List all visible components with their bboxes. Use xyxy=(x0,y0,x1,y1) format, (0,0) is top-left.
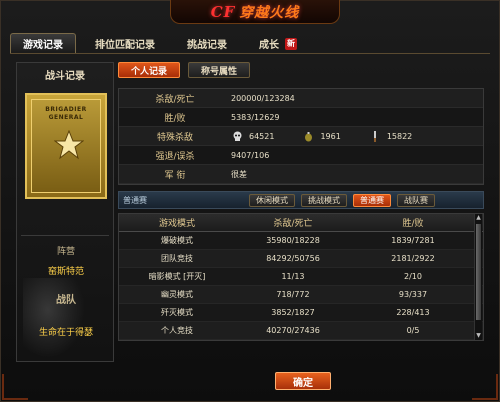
tab-ranked-record[interactable]: 排位匹配记录 xyxy=(82,33,168,53)
table-row[interactable]: 团队竞技 84292/50756 2181/2922 xyxy=(119,250,483,268)
column-header: 游戏模式 xyxy=(158,219,195,229)
subtab-personal-record[interactable]: 个人记录 xyxy=(118,62,181,78)
scrollbar-thumb[interactable] xyxy=(476,224,481,320)
soldier-image xyxy=(23,278,85,358)
rank-line1: BRIGADIER xyxy=(45,106,87,113)
cell-mode: 团队竞技 xyxy=(161,254,193,263)
rank-line2: GENERAL xyxy=(48,114,84,121)
stat-label: 胜/败 xyxy=(164,113,186,124)
subtab-title-attributes[interactable]: 称号属性 xyxy=(188,62,251,78)
cell-kd: 11/13 xyxy=(281,272,305,281)
stat-value: 9407/106 xyxy=(231,150,270,160)
column-header: 胜/败 xyxy=(402,219,424,229)
stat-value: 很差 xyxy=(231,169,247,179)
game-logo: CF 穿越火线 xyxy=(170,0,340,24)
stat-row-wl: 胜/败 5383/12629 xyxy=(119,108,483,127)
main-panel: 个人记录 称号属性 杀敌/死亡 200000/123284 胜/败 5383/1… xyxy=(118,62,484,362)
tab-growth-label: 成长 xyxy=(259,40,279,51)
clan-value: 生命在于得瑟 xyxy=(38,328,93,338)
knife-kills: 15822 xyxy=(386,131,413,141)
cell-mode: 歼灭模式 xyxy=(161,308,193,317)
star-icon xyxy=(54,130,84,160)
cell-wl: 1839/7281 xyxy=(391,236,435,245)
tab-challenge-record[interactable]: 挑战记录 xyxy=(174,33,240,53)
cell-kd: 35980/18228 xyxy=(266,236,320,245)
cell-wl: 93/337 xyxy=(398,290,428,299)
grenade-kills: 1961 xyxy=(320,131,341,141)
scroll-up-icon[interactable]: ▲ xyxy=(475,214,482,222)
mode-filter-bar: 普通赛 休闲模式 挑战模式 普通赛 战队赛 xyxy=(118,191,484,209)
cell-kd: 84292/50756 xyxy=(266,254,320,263)
sidebar-title: 战斗记录 xyxy=(45,70,85,82)
table-row[interactable]: 歼灭模式 3852/1827 228/413 xyxy=(119,304,483,322)
cell-wl: 2/10 xyxy=(404,272,422,281)
logo-brand: CF xyxy=(210,2,236,21)
logo-title: 穿越火线 xyxy=(239,4,300,21)
stat-label: 特殊杀敌 xyxy=(156,132,193,143)
filter-challenge-button[interactable]: 挑战模式 xyxy=(301,193,347,207)
sidebar: 战斗记录 BRIGADIER GENERAL 阵营 窑斯特范 战队 生命在于得瑟 xyxy=(16,62,114,362)
cell-mode: 幽灵模式 xyxy=(161,290,193,299)
cell-wl: 0/5 xyxy=(406,326,420,335)
stat-row-escape: 强退/误杀 9407/106 xyxy=(119,146,483,165)
emblem-value: 窑斯特范 xyxy=(47,267,84,277)
cell-mode: 个人竞技 xyxy=(161,326,193,335)
corner-decoration xyxy=(472,374,498,400)
cell-wl: 2181/2922 xyxy=(391,254,435,263)
column-header: 杀敌/死亡 xyxy=(273,219,313,229)
table-body: 爆破模式 35980/18228 1839/7281 团队竞技 84292/50… xyxy=(119,232,483,340)
table-header: 游戏模式 杀敌/死亡 胜/败 xyxy=(119,214,483,232)
cell-kd: 40270/27436 xyxy=(266,326,320,335)
cell-kd: 718/772 xyxy=(276,290,310,299)
stat-label: 杀敌/死亡 xyxy=(155,94,195,105)
stats-panel: 杀敌/死亡 200000/123284 胜/败 5383/12629 特殊杀敌 … xyxy=(118,88,484,185)
filter-clan-button[interactable]: 战队赛 xyxy=(397,193,435,207)
stat-row-kd: 杀敌/死亡 200000/123284 xyxy=(119,89,483,108)
filter-normal-button[interactable]: 普通赛 xyxy=(353,193,391,207)
rank-badge: BRIGADIER GENERAL xyxy=(25,93,107,199)
cell-wl: 228/413 xyxy=(396,308,430,317)
sub-tabs: 个人记录 称号属性 xyxy=(118,62,484,80)
table-row[interactable]: 个人竞技 40270/27436 0/5 xyxy=(119,322,483,340)
mode-stats-table: 游戏模式 杀敌/死亡 胜/败 爆破模式 35980/18228 1839/728… xyxy=(118,213,484,341)
stat-row-rank: 军 衔 很差 xyxy=(119,165,483,184)
knife-icon xyxy=(369,130,381,142)
clan-label: 战队 xyxy=(56,295,76,306)
table-row[interactable]: 暗影模式 [开灭] 11/13 2/10 xyxy=(119,268,483,286)
skull-icon xyxy=(231,130,243,142)
scrollbar[interactable]: ▲ ▼ xyxy=(474,214,482,340)
tab-game-record[interactable]: 游戏记录 xyxy=(10,33,76,53)
cell-mode: 爆破模式 xyxy=(161,236,193,245)
filter-casual-button[interactable]: 休闲模式 xyxy=(249,193,295,207)
stat-row-special-kills: 特殊杀敌 64521 1961 15822 xyxy=(119,127,483,146)
corner-decoration xyxy=(2,374,28,400)
scroll-down-icon[interactable]: ▼ xyxy=(475,332,482,340)
confirm-button[interactable]: 确定 xyxy=(275,372,331,390)
headshot-kills: 64521 xyxy=(249,131,275,141)
stat-value: 5383/12629 xyxy=(231,112,280,122)
stat-label: 强退/误杀 xyxy=(155,151,195,162)
table-row[interactable]: 爆破模式 35980/18228 1839/7281 xyxy=(119,232,483,250)
main-tabs: 游戏记录 排位匹配记录 挑战记录 成长 新 xyxy=(10,32,490,54)
stat-label: 军 衔 xyxy=(164,170,186,181)
stat-value: 200000/123284 xyxy=(231,93,295,103)
tab-growth[interactable]: 成长 新 xyxy=(246,33,310,53)
table-row[interactable]: 幽灵模式 718/772 93/337 xyxy=(119,286,483,304)
filter-title: 普通赛 xyxy=(123,195,147,205)
grenade-icon xyxy=(302,130,314,142)
cell-mode: 暗影模式 [开灭] xyxy=(148,272,206,281)
cell-kd: 3852/1827 xyxy=(271,308,315,317)
emblem-label: 阵营 xyxy=(56,247,75,257)
new-badge: 新 xyxy=(285,37,297,50)
